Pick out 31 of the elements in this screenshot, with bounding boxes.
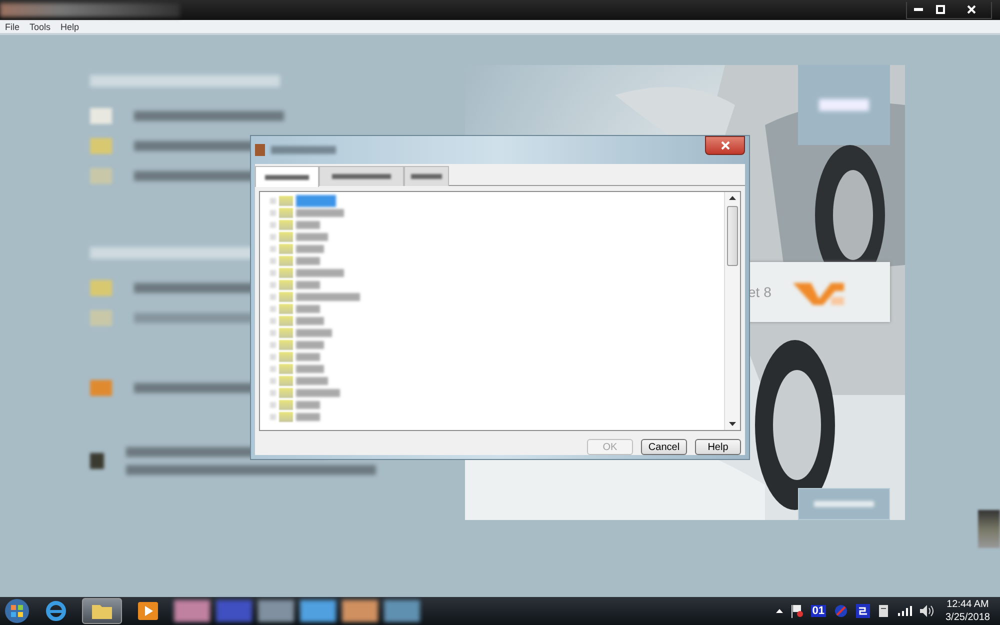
speaker-icon[interactable] [920, 605, 934, 617]
scrollbar[interactable] [724, 192, 740, 430]
maximize-icon [936, 5, 944, 14]
scroll-down-icon[interactable] [729, 422, 736, 426]
close-icon [966, 5, 976, 14]
tab[interactable] [319, 166, 404, 186]
expand-icon[interactable] [776, 609, 784, 613]
dialog-button[interactable]: Cancel [641, 439, 687, 455]
tab[interactable] [255, 166, 319, 187]
close-button[interactable] [705, 136, 745, 154]
start-icon[interactable] [4, 598, 30, 624]
signal-icon[interactable] [898, 606, 912, 616]
document-icon[interactable] [878, 604, 890, 618]
menu-item[interactable]: File [5, 22, 20, 32]
close-icon [720, 140, 730, 150]
scroll-up-icon[interactable] [729, 196, 736, 200]
tab[interactable] [404, 166, 449, 186]
minimize-icon [914, 8, 922, 11]
menu-item[interactable]: Tools [30, 22, 51, 32]
folder-icon[interactable] [82, 598, 122, 624]
redacted-title [271, 146, 336, 154]
tray-badge[interactable]: 01 [811, 605, 826, 617]
dialog-button[interactable]: Help [695, 439, 741, 455]
flag-icon[interactable] [791, 604, 804, 618]
network-icon[interactable] [834, 604, 848, 618]
clock-time[interactable]: 12:44 AM [946, 598, 989, 611]
redacted-button[interactable] [798, 488, 890, 520]
tray-icon[interactable] [856, 604, 870, 618]
scroll-thumb[interactable] [727, 206, 738, 266]
menu-item[interactable]: Help [60, 22, 80, 32]
clock-date[interactable]: 3/25/2018 [946, 611, 990, 624]
